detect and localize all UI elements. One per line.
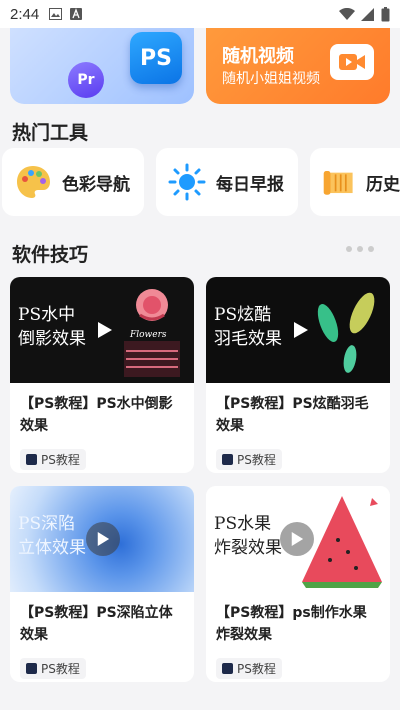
banner-random-video[interactable]: 随机视频 随机小姐姐视频 bbox=[206, 28, 390, 104]
thumbnail-title: PS深陷 立体效果 bbox=[18, 514, 86, 558]
status-time: 2:44 bbox=[10, 5, 40, 23]
play-icon[interactable] bbox=[286, 315, 316, 345]
banner-subtitle: 随机小姐姐视频 bbox=[222, 71, 320, 87]
card-title: 【PS教程】ps制作水果炸裂效果 bbox=[216, 605, 367, 643]
card-tag: PS教程 bbox=[216, 449, 282, 470]
tool-label: 历史 bbox=[366, 174, 400, 195]
card-thumbnail: PS水果 炸裂效果 bbox=[206, 486, 390, 592]
palette-icon bbox=[17, 166, 50, 198]
tip-card[interactable]: PS水果 炸裂效果 【PS教程】ps制作水果炸裂效果 PS教程 bbox=[206, 486, 390, 682]
feather-image bbox=[317, 292, 375, 373]
gallery-icon bbox=[49, 8, 63, 20]
tool-daily-news[interactable]: 每日早报 bbox=[156, 148, 298, 216]
play-icon[interactable] bbox=[90, 315, 120, 345]
card-title: 【PS教程】PS炫酷羽毛效果 bbox=[216, 396, 369, 434]
thumbnail-title: PS炫酷 羽毛效果 bbox=[214, 305, 282, 349]
tip-card[interactable]: Flowers PS水中 倒影效果 【PS教程】PS水中倒影效果 PS教程 bbox=[10, 277, 194, 473]
play-icon[interactable] bbox=[280, 522, 314, 556]
tool-color-nav[interactable]: 色彩导航 bbox=[2, 148, 144, 216]
thumbnail-title: PS水果 炸裂效果 bbox=[214, 514, 282, 558]
card-tag: PS教程 bbox=[20, 658, 86, 679]
card-thumbnail: PS炫酷 羽毛效果 bbox=[206, 277, 390, 383]
pr-logo-icon: Pr bbox=[68, 62, 104, 98]
tool-history[interactable]: 历史 bbox=[310, 148, 400, 216]
card-thumbnail: Flowers PS水中 倒影效果 bbox=[10, 277, 194, 383]
card-tag: PS教程 bbox=[20, 449, 86, 470]
card-tag: PS教程 bbox=[216, 658, 282, 679]
video-camera-icon bbox=[330, 44, 374, 80]
battery-icon bbox=[381, 6, 390, 21]
banner-ps[interactable]: Pr PS bbox=[10, 28, 194, 104]
tip-card[interactable]: PS深陷 立体效果 【PS教程】PS深陷立体效果 PS教程 bbox=[10, 486, 194, 682]
ps-tag-icon bbox=[222, 663, 233, 674]
tip-card[interactable]: PS炫酷 羽毛效果 【PS教程】PS炫酷羽毛效果 PS教程 bbox=[206, 277, 390, 473]
ps-tag-icon bbox=[222, 454, 233, 465]
ps-tag-icon bbox=[26, 663, 37, 674]
sun-icon bbox=[168, 163, 206, 201]
tag-label: PS教程 bbox=[237, 662, 276, 676]
rose-image: Flowers bbox=[124, 289, 180, 377]
section-title-tips: 软件技巧 bbox=[12, 244, 89, 266]
thumbnail-title: PS水中 倒影效果 bbox=[18, 305, 86, 349]
card-thumbnail: PS深陷 立体效果 bbox=[10, 486, 194, 592]
card-title: 【PS教程】PS水中倒影效果 bbox=[20, 396, 173, 434]
svg-text:Flowers: Flowers bbox=[129, 330, 167, 340]
signal-icon bbox=[361, 7, 374, 21]
play-icon[interactable] bbox=[86, 522, 120, 556]
status-bar: 2:44 bbox=[0, 0, 400, 28]
tag-label: PS教程 bbox=[41, 453, 80, 467]
more-options-icon[interactable] bbox=[346, 246, 374, 252]
banner-title: 随机视频 bbox=[222, 46, 294, 67]
wifi-icon bbox=[339, 7, 355, 20]
ps-tag-icon bbox=[26, 454, 37, 465]
tag-label: PS教程 bbox=[41, 662, 80, 676]
a-icon bbox=[70, 8, 83, 20]
scroll-icon bbox=[323, 170, 353, 195]
ps-logo-icon: PS bbox=[130, 32, 182, 84]
card-title: 【PS教程】PS深陷立体效果 bbox=[20, 605, 173, 643]
section-title-hot-tools: 热门工具 bbox=[12, 122, 89, 144]
tool-label: 色彩导航 bbox=[62, 174, 130, 195]
tool-label: 每日早报 bbox=[216, 174, 284, 195]
tag-label: PS教程 bbox=[237, 453, 276, 467]
